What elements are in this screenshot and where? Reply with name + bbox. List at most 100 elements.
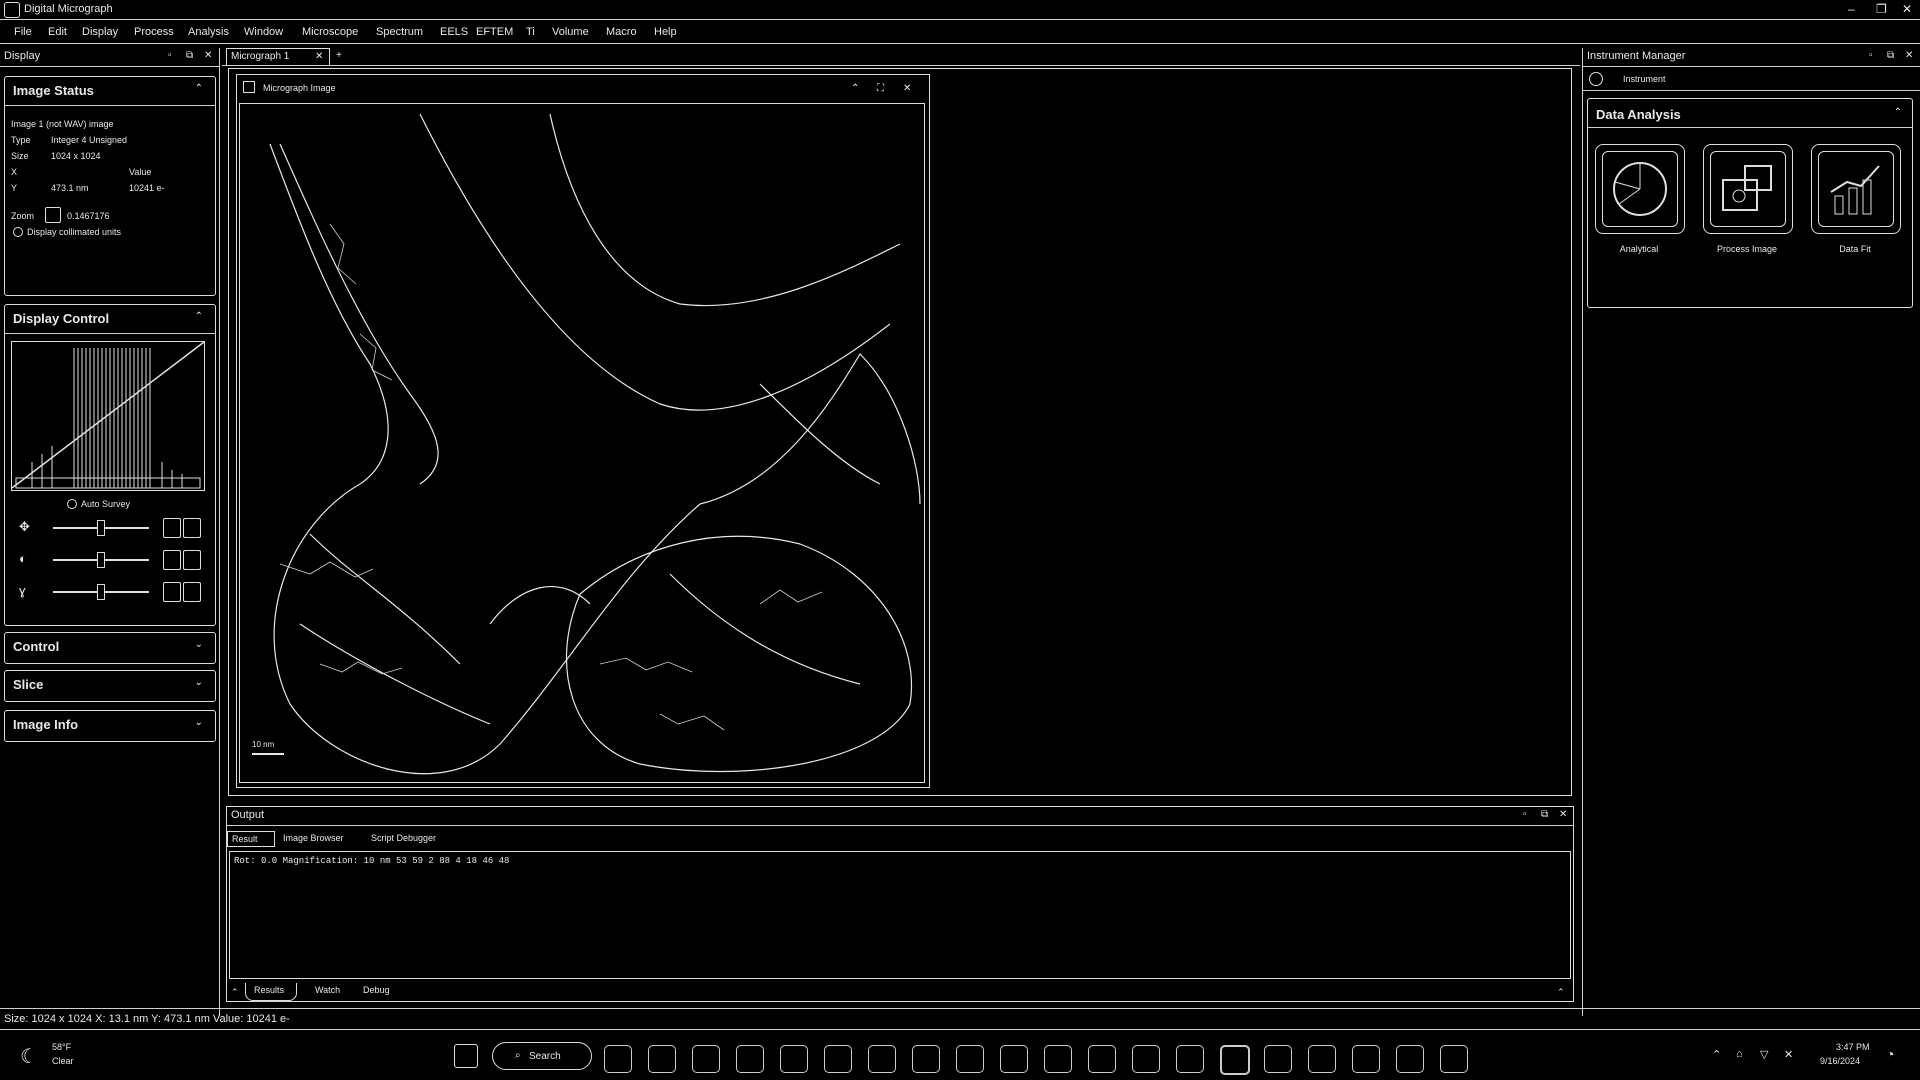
- panel-menu-icon[interactable]: ▫: [1523, 809, 1527, 820]
- data-fit-tile[interactable]: [1811, 144, 1901, 234]
- menu-volume[interactable]: Volume: [552, 26, 589, 38]
- app-icon[interactable]: [868, 1045, 896, 1073]
- close-icon[interactable]: ✕: [315, 51, 323, 62]
- weather-moon-icon[interactable]: ☾: [20, 1044, 38, 1069]
- menu-macro[interactable]: Macro: [606, 26, 637, 38]
- chevron-down-icon[interactable]: ⌄: [195, 677, 203, 688]
- output-tab-script-debugger[interactable]: Script Debugger: [371, 833, 436, 843]
- menu-analysis[interactable]: Analysis: [188, 26, 229, 38]
- histogram[interactable]: [11, 341, 205, 491]
- menu-eels[interactable]: EELS: [440, 26, 468, 38]
- gamma-reset-button[interactable]: [163, 582, 181, 602]
- chevron-up-icon[interactable]: ⌃: [1894, 107, 1902, 118]
- panel-float-icon[interactable]: ⧉: [1887, 50, 1894, 61]
- output-text-area[interactable]: Rot: 0.0 Magnification: 10 nm 53 59 2 88…: [229, 851, 1571, 979]
- chevron-up-icon[interactable]: ⌃: [195, 83, 203, 94]
- close-icon[interactable]: ✕: [903, 83, 911, 94]
- tab-micrograph[interactable]: Micrograph 1 ✕: [226, 48, 330, 66]
- image-window[interactable]: Micrograph Image ⌃ ⛶ ✕ 10 nm: [236, 74, 930, 788]
- app-icon[interactable]: [1176, 1045, 1204, 1073]
- bottom-tab-results[interactable]: Results: [245, 983, 297, 1001]
- digital-micrograph-taskbar-icon[interactable]: [1220, 1045, 1250, 1075]
- menu-edit[interactable]: Edit: [48, 26, 67, 38]
- menu-microscope[interactable]: Microscope: [302, 26, 358, 38]
- gamma-auto-button[interactable]: [183, 582, 201, 602]
- menu-process[interactable]: Process: [134, 26, 174, 38]
- panel-close-icon[interactable]: ✕: [204, 50, 212, 61]
- brightness-auto-button[interactable]: [183, 550, 201, 570]
- process-image-tile[interactable]: [1703, 144, 1793, 234]
- app-icon[interactable]: [1264, 1045, 1292, 1073]
- bottom-tab-debug[interactable]: Debug: [363, 985, 390, 995]
- panel-menu-icon[interactable]: ▫: [168, 50, 172, 61]
- app-icon[interactable]: [1132, 1045, 1160, 1073]
- instrument-label[interactable]: Instrument: [1623, 74, 1666, 84]
- app-icon[interactable]: [912, 1045, 940, 1073]
- show-hidden-icons[interactable]: ⌃: [1712, 1048, 1721, 1061]
- image-info-section[interactable]: Image Info ⌄: [4, 710, 216, 742]
- bottom-tab-watch[interactable]: Watch: [315, 985, 340, 995]
- app-icon[interactable]: [1000, 1045, 1028, 1073]
- panel-close-icon[interactable]: ✕: [1905, 50, 1913, 61]
- panel-float-icon[interactable]: ⧉: [186, 50, 193, 61]
- start-icon[interactable]: [454, 1044, 478, 1068]
- gamma-slider[interactable]: [97, 584, 105, 600]
- zoom-icon[interactable]: [45, 207, 61, 223]
- micrograph-image[interactable]: 10 nm: [239, 103, 925, 783]
- app-icon[interactable]: [1440, 1045, 1468, 1073]
- app-icon[interactable]: [1396, 1045, 1424, 1073]
- task-view-icon[interactable]: [604, 1045, 632, 1073]
- notepad-icon[interactable]: [692, 1045, 720, 1073]
- clock-time[interactable]: 3:47 PM: [1836, 1042, 1870, 1052]
- contrast-slider[interactable]: [97, 520, 105, 536]
- display-units-checkbox[interactable]: [13, 227, 23, 237]
- add-tab-icon[interactable]: +: [336, 50, 342, 61]
- menu-file[interactable]: File: [14, 26, 32, 38]
- maximize-icon[interactable]: ⛶: [877, 83, 884, 94]
- auto-survey-checkbox[interactable]: [67, 499, 77, 509]
- clock-date[interactable]: 9/16/2024: [1820, 1056, 1860, 1066]
- menu-ti[interactable]: Ti: [526, 26, 535, 38]
- divider: [5, 333, 215, 334]
- minimize-icon[interactable]: –: [1848, 2, 1855, 16]
- panel-float-icon[interactable]: ⧉: [1541, 809, 1548, 820]
- menu-spectrum[interactable]: Spectrum: [376, 26, 423, 38]
- menu-eftem[interactable]: EFTEM: [476, 26, 513, 38]
- app-icon[interactable]: [1352, 1045, 1380, 1073]
- wifi-icon[interactable]: ▽: [1760, 1048, 1768, 1061]
- chevron-down-icon[interactable]: ⌄: [195, 639, 203, 650]
- panel-menu-icon[interactable]: ▫: [1869, 50, 1873, 61]
- chevron-down-icon[interactable]: ⌄: [195, 717, 203, 728]
- notifications-icon[interactable]: ◔: [1886, 1046, 1894, 1062]
- settings-icon[interactable]: [824, 1045, 852, 1073]
- chat-icon[interactable]: [648, 1045, 676, 1073]
- output-tab-image-browser[interactable]: Image Browser: [283, 833, 344, 843]
- brightness-reset-button[interactable]: [163, 550, 181, 570]
- volume-icon[interactable]: ✕: [1784, 1048, 1793, 1061]
- close-icon[interactable]: ✕: [1902, 2, 1912, 16]
- analytical-tile[interactable]: [1595, 144, 1685, 234]
- edge-icon[interactable]: [1308, 1045, 1336, 1073]
- output-tab-result[interactable]: Result: [227, 831, 275, 847]
- chevron-up-icon[interactable]: ⌃: [195, 311, 203, 322]
- taskbar-search[interactable]: ⌕ Search: [492, 1042, 592, 1070]
- app-icon[interactable]: [1044, 1045, 1072, 1073]
- panel-close-icon[interactable]: ✕: [1559, 809, 1567, 820]
- app-icon[interactable]: [956, 1045, 984, 1073]
- file-explorer-icon[interactable]: [780, 1045, 808, 1073]
- control-section[interactable]: Control ⌄: [4, 632, 216, 664]
- menu-display[interactable]: Display: [82, 26, 118, 38]
- restore-icon[interactable]: ❐: [1876, 2, 1887, 16]
- brightness-slider[interactable]: [97, 552, 105, 568]
- contrast-reset-button[interactable]: [163, 518, 181, 538]
- minimize-icon[interactable]: ⌃: [851, 83, 859, 94]
- network-icon[interactable]: ⌂: [1736, 1048, 1743, 1060]
- contrast-auto-button[interactable]: [183, 518, 201, 538]
- app-icon[interactable]: [1088, 1045, 1116, 1073]
- menu-window[interactable]: Window: [244, 26, 283, 38]
- browser-icon[interactable]: [736, 1045, 764, 1073]
- menu-help[interactable]: Help: [654, 26, 677, 38]
- scroll-up-icon[interactable]: ⌃: [231, 987, 239, 998]
- slice-section[interactable]: Slice ⌄: [4, 670, 216, 702]
- scroll-up-icon[interactable]: ⌃: [1557, 987, 1565, 998]
